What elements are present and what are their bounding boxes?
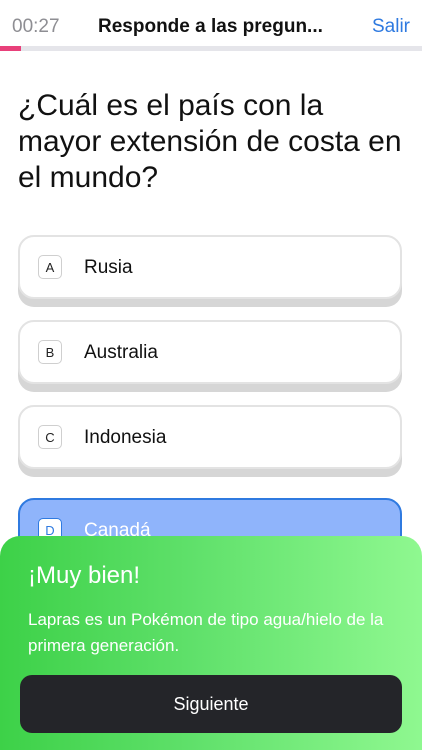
progress-fill: [0, 46, 22, 51]
option-label: Indonesia: [84, 427, 167, 448]
exit-button[interactable]: Salir: [372, 16, 410, 38]
progress-bar: [0, 46, 422, 51]
option-b[interactable]: B Australia: [18, 320, 402, 384]
page-title: Responde a las pregun...: [98, 16, 323, 37]
top-bar: 00:27 Responde a las pregun... Salir: [0, 0, 422, 46]
timer: 00:27: [12, 16, 60, 37]
option-letter: A: [38, 255, 62, 279]
feedback-title: ¡Muy bien!: [28, 562, 141, 589]
option-letter: B: [38, 340, 62, 364]
option-letter: C: [38, 425, 62, 449]
next-button[interactable]: Siguiente: [20, 675, 402, 733]
option-c[interactable]: C Indonesia: [18, 405, 402, 469]
option-a[interactable]: A Rusia: [18, 235, 402, 299]
feedback-panel: ¡Muy bien! Lapras es un Pokémon de tipo …: [0, 536, 422, 750]
option-label: Australia: [84, 342, 158, 363]
question-text: ¿Cuál es el país con la mayor extensión …: [18, 89, 402, 194]
feedback-text: Lapras es un Pokémon de tipo agua/hielo …: [28, 610, 384, 655]
option-label: Rusia: [84, 257, 133, 278]
